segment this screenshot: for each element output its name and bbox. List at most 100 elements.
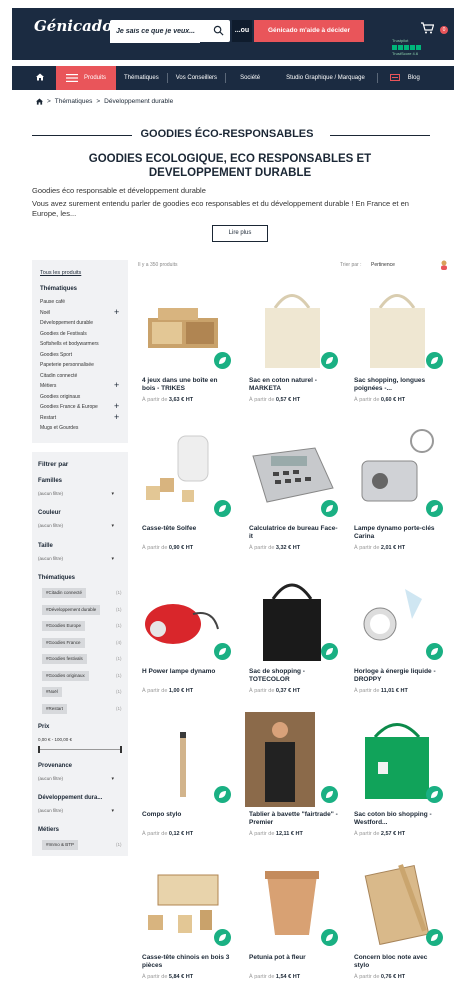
eco-leaf-icon <box>214 929 231 946</box>
sidebar-theme-item[interactable]: Restart <box>40 415 56 421</box>
theme-filter-tag[interactable]: #Goodies festivals <box>42 654 87 664</box>
product-name[interactable]: Casse-tête Solfee <box>142 525 232 533</box>
product-card[interactable]: Sac en coton naturel - MARKETA À partir d… <box>245 278 340 418</box>
all-products-link[interactable]: Tous les produits <box>40 270 81 276</box>
product-card[interactable]: Petunia pot à fleur À partir de 1,54 € HT <box>245 855 340 995</box>
home-icon[interactable] <box>36 98 43 105</box>
sort-select[interactable]: Pertinence <box>371 262 395 268</box>
product-name[interactable]: Lampe dynamo porte-clés Carina <box>354 525 444 541</box>
expand-plus-icon[interactable]: + <box>114 402 119 411</box>
menu-icon <box>66 74 78 82</box>
nav-advisors[interactable]: Vos Conseillers <box>168 66 225 90</box>
product-name[interactable]: 4 jeux dans une boîte en bois - TRIKES <box>142 377 232 393</box>
expand-plus-icon[interactable]: + <box>114 412 119 421</box>
product-name[interactable]: Sac shopping, longues poignées -... <box>354 377 444 393</box>
expand-plus-icon[interactable]: + <box>114 307 119 316</box>
read-more-button[interactable]: Lire plus <box>212 225 268 242</box>
product-card[interactable]: Concern bloc note avec stylo À partir de … <box>350 855 445 995</box>
sidebar-theme-item[interactable]: Mugs et Gourdes <box>40 425 78 431</box>
product-price: À partir de 12,11 € HT <box>249 831 303 837</box>
filter-sidebar: Filtrer par Familles (aucun filtre) ▾ Cou… <box>32 452 128 856</box>
product-name[interactable]: Casse-tête chinois en bois 3 pièces <box>142 954 232 970</box>
eco-leaf-icon <box>426 500 443 517</box>
product-name[interactable]: Horloge à énergie liquide - DROPPY <box>354 668 444 684</box>
sidebar-theme-item[interactable]: Goodies originaux <box>40 394 80 400</box>
price-slider-min-handle[interactable] <box>38 746 40 753</box>
product-price: À partir de 5,84 € HT <box>142 974 193 980</box>
nav-company[interactable]: Société <box>226 66 274 90</box>
product-name[interactable]: Sac en coton naturel - MARKETA <box>249 377 339 393</box>
theme-filter-tag[interactable]: #Goodies Europe <box>42 621 86 631</box>
site-logo[interactable]: Génicado <box>34 17 112 35</box>
price-slider-max-handle[interactable] <box>120 746 122 753</box>
product-card[interactable]: Horloge à énergie liquide - DROPPY À part… <box>350 569 445 709</box>
product-card[interactable]: Calculatrice de bureau Face-it À partir d… <box>245 426 340 566</box>
sidebar-theme-item[interactable]: Softshells et bodywarmers <box>40 341 99 347</box>
nav-products[interactable]: Produits <box>56 66 117 90</box>
sidebar-theme-item[interactable]: Goodies de Festivals <box>40 331 87 337</box>
sidebar-theme-item[interactable]: Papeterie personnalisée <box>40 362 94 368</box>
dev-select[interactable]: (aucun filtre) ▾ <box>38 808 120 814</box>
theme-filter-tag[interactable]: #Noël <box>42 687 62 697</box>
trustpilot-widget[interactable]: Trustpilot TrustScore 4.6 <box>392 38 432 57</box>
provenance-select[interactable]: (aucun filtre) ▾ <box>38 776 120 782</box>
product-card[interactable]: Compo stylo À partir de 0,12 € HT <box>138 712 233 852</box>
product-card[interactable]: Casse-tête chinois en bois 3 pièces À par… <box>138 855 233 995</box>
price-prefix: À partir de <box>249 397 275 403</box>
assistant-avatar-icon[interactable] <box>440 260 448 270</box>
nav-studio[interactable]: Studio Graphique / Marquage <box>274 66 377 90</box>
price-prefix: À partir de <box>249 831 275 837</box>
color-value: (aucun filtre) <box>38 523 64 528</box>
sidebar-theme-item[interactable]: Goodies France & Europe <box>40 404 98 410</box>
breadcrumb: > Thématiques > Développement durable <box>36 98 173 105</box>
theme-filter-tag[interactable]: #Restart <box>42 703 68 714</box>
nav-blog[interactable]: Blog <box>378 66 426 90</box>
eco-leaf-icon <box>321 643 338 660</box>
theme-filter-tag[interactable]: #Goodies originaux <box>42 670 89 681</box>
metiers-tag[interactable]: #Immo & BTP <box>42 840 79 850</box>
product-card[interactable]: Sac de shopping - TOTECOLOR À partir de 0… <box>245 569 340 709</box>
price-prefix: À partir de <box>142 397 168 403</box>
price-prefix: À partir de <box>354 974 380 980</box>
theme-filter-tag[interactable]: #Citadin connecté <box>42 588 87 598</box>
product-card[interactable]: Sac shopping, longues poignées -... À par… <box>350 278 445 418</box>
price-prefix: À partir de <box>354 397 380 403</box>
product-card[interactable]: Casse-tête Solfee À partir de 0,90 € HT <box>138 426 233 566</box>
price-value: 0,12 € HT <box>168 831 194 837</box>
search-input[interactable] <box>110 20 200 43</box>
product-name[interactable]: Sac de shopping - TOTECOLOR <box>249 668 339 684</box>
price-slider-track[interactable] <box>38 749 122 750</box>
product-name[interactable]: Compo stylo <box>142 811 232 819</box>
product-card[interactable]: Lampe dynamo porte-clés Carina À partir d… <box>350 426 445 566</box>
sidebar-theme-item[interactable]: Développement durable <box>40 320 93 326</box>
theme-filter-tag[interactable]: #Développement durable <box>42 604 101 615</box>
product-card[interactable]: 4 jeux dans une boîte en bois - TRIKES À … <box>138 278 233 418</box>
product-name[interactable]: H Power lampe dynamo <box>142 668 232 676</box>
expand-plus-icon[interactable]: + <box>114 381 119 390</box>
product-card[interactable]: Tablier à bavette "fairtrade" - Premier À… <box>245 712 340 852</box>
sidebar-theme-item[interactable]: Noël <box>40 310 50 316</box>
help-decide-button[interactable]: Génicado m'aide à décider <box>254 20 364 42</box>
sidebar-theme-item[interactable]: Citadin connecté <box>40 373 77 379</box>
product-card[interactable]: Sac coton bio shopping - Westford... À pa… <box>350 712 445 852</box>
families-select[interactable]: (aucun filtre) ▾ <box>38 491 120 497</box>
nav-home[interactable] <box>12 66 56 90</box>
category-sidebar: Tous les produits Thématiques Pause café… <box>32 260 128 443</box>
product-name[interactable]: Calculatrice de bureau Face-it <box>249 525 339 541</box>
product-card[interactable]: H Power lampe dynamo À partir de 1,00 € H… <box>138 569 233 709</box>
sidebar-theme-item[interactable]: Métiers <box>40 383 56 389</box>
cart-icon[interactable] <box>420 22 434 34</box>
sidebar-theme-item[interactable]: Goodies Sport <box>40 352 72 358</box>
product-name[interactable]: Petunia pot à fleur <box>249 954 339 962</box>
size-select[interactable]: (aucun filtre) ▾ <box>38 556 120 562</box>
theme-filter-tag[interactable]: #Goodies France <box>42 637 85 648</box>
search-icon[interactable] <box>213 25 224 36</box>
product-name[interactable]: Sac coton bio shopping - Westford... <box>354 811 444 827</box>
search-box[interactable] <box>110 20 230 43</box>
sidebar-theme-item[interactable]: Pause café <box>40 299 65 305</box>
product-name[interactable]: Concern bloc note avec stylo <box>354 954 444 970</box>
breadcrumb-themes[interactable]: Thématiques <box>55 98 93 105</box>
product-name[interactable]: Tablier à bavette "fairtrade" - Premier <box>249 811 339 827</box>
color-select[interactable]: (aucun filtre) ▾ <box>38 523 120 529</box>
nav-themes[interactable]: Thématiques <box>116 66 167 90</box>
